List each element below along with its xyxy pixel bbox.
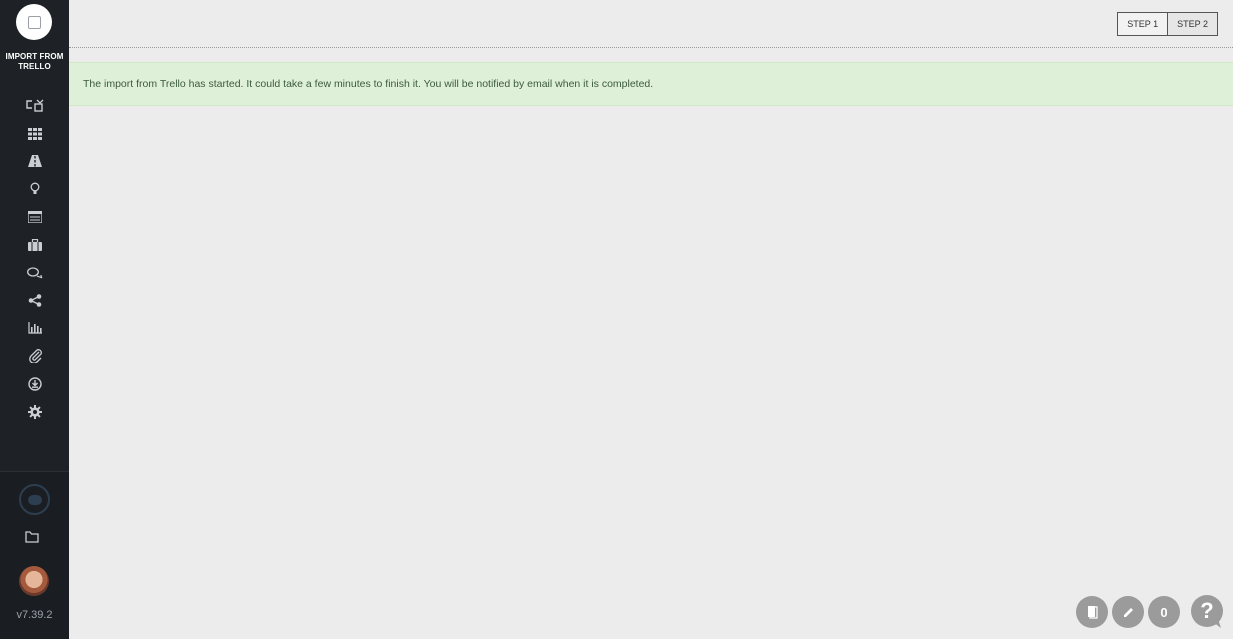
step-2-button[interactable]: STEP 2 [1167, 13, 1217, 35]
book-button[interactable] [1076, 596, 1108, 628]
notifications-count-button[interactable]: 0 [1148, 596, 1180, 628]
download-circle-icon[interactable] [0, 370, 69, 398]
import-started-alert: The import from Trello has started. It c… [69, 62, 1233, 106]
step-switcher: STEP 1 STEP 2 [1117, 12, 1218, 36]
chat-icon[interactable] [0, 259, 69, 287]
list-icon[interactable] [0, 203, 69, 231]
road-icon[interactable] [0, 148, 69, 176]
paperclip-icon[interactable] [0, 342, 69, 370]
sidebar: IMPORT FROM TRELLO v7.39.2 [0, 0, 69, 639]
gear-icon[interactable] [0, 398, 69, 426]
app-logo[interactable] [16, 4, 52, 40]
lightbulb-icon[interactable] [0, 175, 69, 203]
bar-chart-icon[interactable] [0, 314, 69, 342]
help-icon: ? [1191, 595, 1223, 628]
book-icon [1088, 606, 1098, 619]
edit-button[interactable] [1112, 596, 1144, 628]
app-version: v7.39.2 [16, 609, 53, 621]
user-avatar[interactable] [19, 566, 49, 596]
svg-text:?: ? [1200, 598, 1213, 623]
sidebar-bottom: v7.39.2 [0, 471, 69, 639]
switch-icon[interactable] [0, 92, 69, 120]
sidebar-nav [0, 92, 69, 426]
topbar: STEP 1 STEP 2 [69, 0, 1233, 48]
pencil-icon [1123, 607, 1133, 617]
theme-toggle[interactable] [19, 484, 50, 515]
share-icon[interactable] [0, 287, 69, 315]
step-1-button[interactable]: STEP 1 [1118, 13, 1168, 35]
grid-icon[interactable] [0, 120, 69, 148]
section-title: IMPORT FROM TRELLO [5, 52, 64, 71]
help-button[interactable]: ? [1191, 595, 1225, 629]
briefcase-icon[interactable] [0, 231, 69, 259]
folder-icon[interactable] [25, 530, 39, 548]
